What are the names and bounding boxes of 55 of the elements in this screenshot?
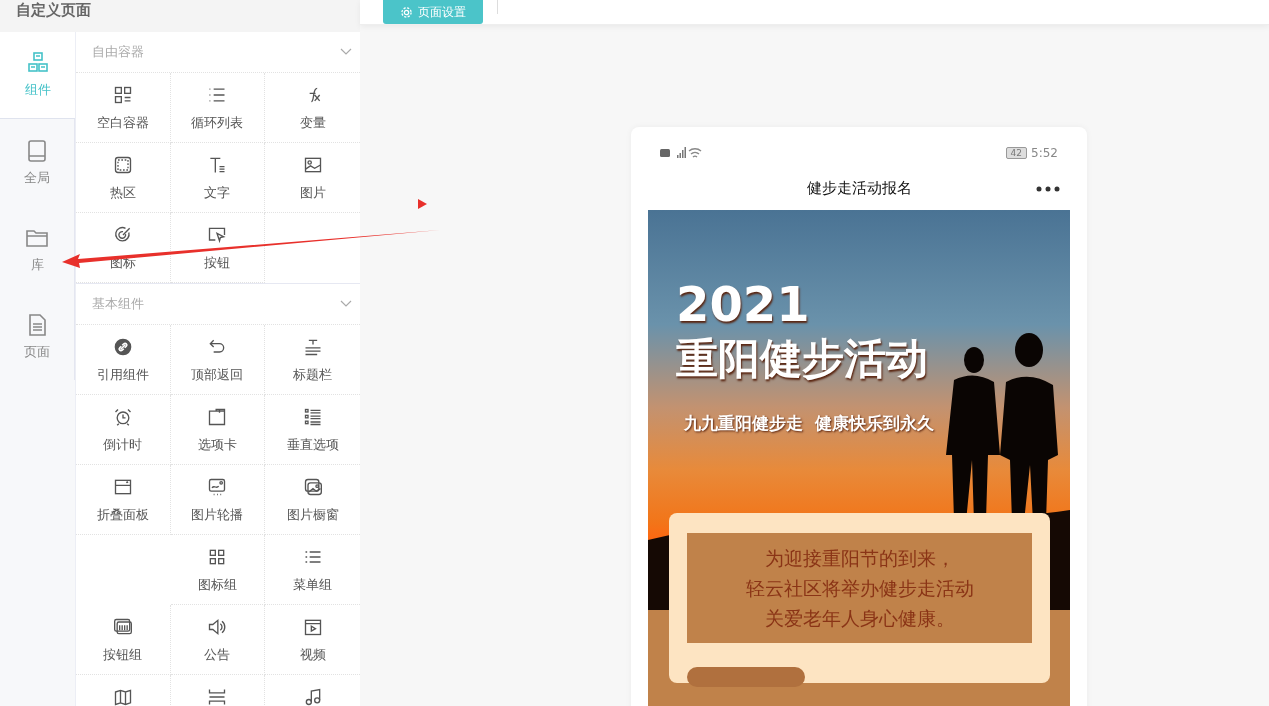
page-title: 自定义页面 [16,1,91,19]
dashed-square-icon [112,155,133,175]
components-icon [25,51,50,75]
video-icon [302,617,323,637]
component-tile[interactable]: 按钮组 [76,605,171,675]
component-tile[interactable]: 图标组 [170,535,266,605]
battery-indicator: 42 [1005,147,1028,159]
chevron-icon [340,300,352,308]
tab-window-icon [207,407,228,427]
component-tile[interactable]: 顶部返回 [170,325,266,395]
notice-line: 为迎接重阳节的到来， [764,546,955,571]
component-tile[interactable]: 标题栏 [265,325,360,395]
settings-icon [400,5,413,19]
component-tile[interactable]: 折叠面板 [76,465,171,535]
component-tile[interactable]: 菜单组 [265,535,360,605]
notice-line: 关爱老年人身心健康。 [764,606,955,631]
divider-icon [207,687,228,706]
component-tile[interactable]: 图片 [265,143,360,213]
triangle-marker [418,199,427,209]
component-tile[interactable]: 倒计时 [76,395,171,465]
status-time: 5:52 [1031,146,1058,160]
chevron-icon [340,48,352,56]
target-icon [112,225,133,245]
poster-year: 2021 [676,276,811,332]
component-tile[interactable]: 文字 [170,143,266,213]
grid-icon [112,85,133,105]
link-icon [112,337,133,357]
cursor-icon [207,225,228,245]
text-icon [207,155,228,175]
component-tile[interactable]: 选项卡 [170,395,266,465]
component-tile[interactable]: 垂直选项 [265,395,360,465]
poster-slogan: 九九重阳健步走 健康快乐到永久 [684,412,935,435]
page-heading: 健步走活动报名 [806,179,912,198]
alarm-clock-icon [112,407,133,427]
notice-line: 轻云社区将举办健步走活动 [745,576,974,601]
image-icon [302,155,323,175]
tablet-icon [25,138,49,163]
component-tile[interactable]: 图片轮播 [170,465,266,535]
component-tile[interactable]: 视频 [265,605,360,675]
poster-headline: 重阳健步活动 [676,333,929,385]
bullet-list-icon [302,407,323,427]
collapse-panel-icon [112,477,133,497]
component-tile[interactable]: 公告 [170,605,266,675]
component-tile[interactable]: 热区 [76,143,171,213]
component-tile[interactable]: 引用组件 [76,325,171,395]
carousel-icon [207,477,228,497]
component-tile[interactable]: 空白容器 [76,73,171,143]
more-icon[interactable] [1036,186,1060,192]
component-tile[interactable]: 图片橱窗 [265,465,360,535]
component-tile[interactable]: 变量 [265,73,360,143]
component-tile[interactable]: 循环列表 [170,73,266,143]
map-icon [112,687,133,706]
button-group-icon [112,617,133,637]
gallery-icon [302,477,323,497]
speaker-icon [207,617,228,637]
